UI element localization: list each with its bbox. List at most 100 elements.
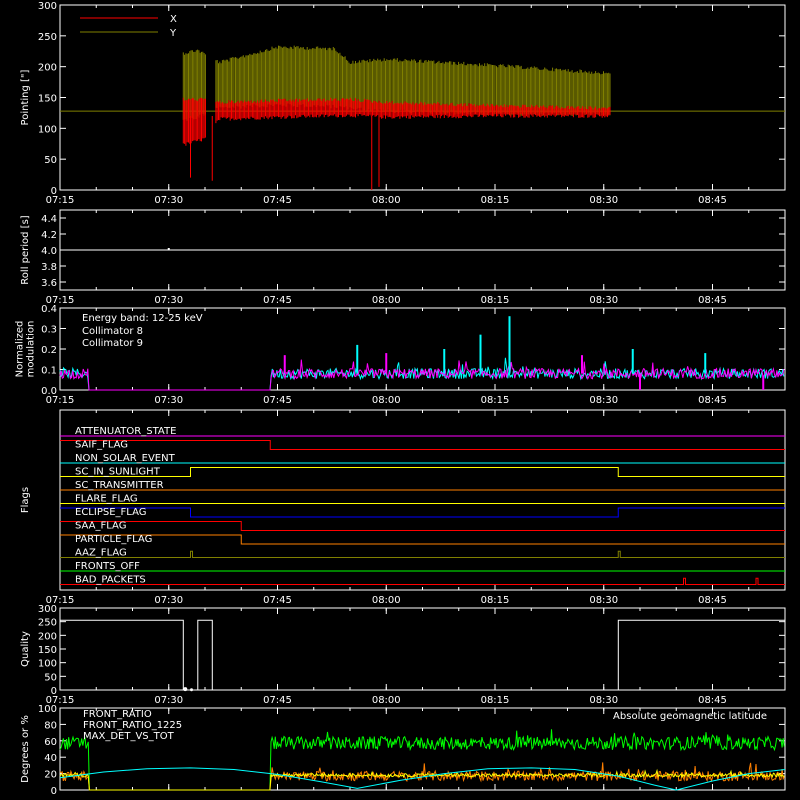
x-tick-label: 08:30 bbox=[589, 695, 618, 706]
y-tick-label: 0 bbox=[51, 786, 57, 797]
x-tick-label: 07:45 bbox=[263, 195, 292, 206]
y-tick-label: 80 bbox=[44, 720, 57, 731]
quality-marker bbox=[183, 687, 188, 692]
y-tick-label: 200 bbox=[38, 63, 57, 74]
y-tick-label: 40 bbox=[44, 753, 57, 764]
y-tick-label: 300 bbox=[38, 604, 57, 615]
flag-line-saif-flag bbox=[60, 440, 785, 450]
y-tick-label: 0.2 bbox=[41, 345, 57, 356]
flag-label-attenuator-state: ATTENUATOR_STATE bbox=[75, 426, 176, 437]
flag-line-sc-in-sunlight bbox=[60, 467, 785, 477]
y-tick-label: 100 bbox=[38, 704, 57, 715]
x-tick-label: 08:15 bbox=[481, 695, 510, 706]
y-tick-label: 0.3 bbox=[41, 325, 57, 336]
y-tick-label: 3.6 bbox=[41, 278, 57, 289]
flag-label-flare-flag: FLARE_FLAG bbox=[75, 494, 138, 505]
x-tick-label: 08:30 bbox=[589, 195, 618, 206]
x-tick-label: 07:30 bbox=[154, 595, 183, 606]
y-tick-label: 250 bbox=[38, 32, 57, 43]
x-tick-label: 08:00 bbox=[372, 295, 401, 306]
x-tick-label: 07:30 bbox=[154, 195, 183, 206]
panel-pointing: 07:15 07:30 07:45 08:00 08:15 08:30 08:4505010… bbox=[20, 1, 786, 206]
y-tick-label: 50 bbox=[44, 155, 57, 166]
x-tick-label: 08:15 bbox=[481, 195, 510, 206]
flag-line-saa-flag bbox=[60, 521, 785, 531]
panel-frame bbox=[59, 409, 786, 591]
y-tick-label: 150 bbox=[38, 645, 57, 656]
x-tick-label: 08:00 bbox=[372, 395, 401, 406]
legend-label-x: X bbox=[170, 14, 177, 25]
flag-label-sc-transmitter: SC_TRANSMITTER bbox=[75, 480, 164, 491]
legend-label-front-ratio-1225: FRONT_RATIO_1225 bbox=[83, 720, 182, 731]
x-tick-label: 08:45 bbox=[698, 295, 727, 306]
flag-label-aaz-flag: AAZ_FLAG bbox=[75, 548, 127, 559]
energy-band-annotation: Energy band: 12-25 keV bbox=[82, 313, 203, 324]
x-tick-label: 07:45 bbox=[263, 695, 292, 706]
x-tick-label: 08:45 bbox=[698, 195, 727, 206]
quality-marker bbox=[190, 688, 193, 692]
legend-label-y: Y bbox=[169, 28, 177, 39]
y-axis-label: Quality bbox=[20, 631, 31, 667]
panel-modulation: 07:15 07:30 07:45 08:00 08:15 08:30 08:450.00.… bbox=[15, 304, 786, 406]
y-tick-label: 3.8 bbox=[41, 262, 57, 273]
y-axis-label: modulation bbox=[26, 321, 37, 378]
roll-period-marker bbox=[167, 248, 170, 250]
x-tick-label: 07:30 bbox=[154, 695, 183, 706]
y-tick-label: 100 bbox=[38, 659, 57, 670]
flag-line-bad-packets bbox=[60, 577, 785, 585]
x-tick-label: 07:30 bbox=[154, 395, 183, 406]
y-tick-label: 0.0 bbox=[41, 386, 57, 397]
y-tick-label: 4.4 bbox=[41, 214, 57, 225]
y-tick-label: 50 bbox=[44, 672, 57, 683]
legend-label-front-ratio: FRONT_RATIO bbox=[83, 709, 152, 720]
x-tick-label: 08:30 bbox=[589, 395, 618, 406]
y-tick-label: 200 bbox=[38, 631, 57, 642]
x-tick-label: 07:30 bbox=[154, 295, 183, 306]
panel-ratios: 0 20 40 60 80 100 Degrees or % FRONT_RATIOFRONT… bbox=[20, 704, 786, 797]
y-axis-label: Roll period [s] bbox=[20, 215, 31, 284]
flag-label-non-solar-event: NON_SOLAR_EVENT bbox=[75, 453, 176, 464]
flag-line-eclipse-flag bbox=[60, 507, 785, 518]
x-tick-label: 08:30 bbox=[589, 595, 618, 606]
x-tick-label: 07:45 bbox=[263, 595, 292, 606]
panel-quality: 07:15 07:30 07:45 08:00 08:15 08:30 08:4505010… bbox=[20, 604, 786, 706]
legend-label-collimator-8: Collimator 8 bbox=[82, 326, 143, 337]
y-axis-label: Normalized bbox=[15, 321, 26, 378]
x-tick-label: 08:00 bbox=[372, 695, 401, 706]
x-tick-label: 07:45 bbox=[263, 395, 292, 406]
x-tick-label: 08:15 bbox=[481, 395, 510, 406]
panel-flags: 07:15 07:30 07:45 08:00 08:15 08:30 08:45Flags… bbox=[20, 409, 786, 606]
panel-roll-period: 07:15 07:30 07:45 08:00 08:15 08:30 08:453.63.… bbox=[20, 209, 786, 306]
flag-label-particle-flag: PARTICLE_FLAG bbox=[75, 534, 152, 545]
legend-label-max-det-vs-tot: MAX_DET_VS_TOT bbox=[83, 731, 175, 742]
y-tick-label: 4.2 bbox=[41, 230, 57, 241]
x-tick-label: 08:00 bbox=[372, 595, 401, 606]
flag-label-bad-packets: BAD_PACKETS bbox=[75, 575, 146, 586]
x-tick-label: 08:45 bbox=[698, 595, 727, 606]
x-tick-label: 08:45 bbox=[698, 395, 727, 406]
y-tick-label: 4.0 bbox=[41, 246, 57, 257]
y-tick-label: 150 bbox=[38, 94, 57, 105]
x-tick-label: 08:30 bbox=[589, 295, 618, 306]
y-tick-label: 0.1 bbox=[41, 366, 57, 377]
quality-line bbox=[60, 619, 785, 691]
y-tick-label: 60 bbox=[44, 737, 57, 748]
flag-line-particle-flag bbox=[60, 534, 785, 545]
y-axis-label: Degrees or % bbox=[20, 715, 31, 783]
x-tick-label: 08:00 bbox=[372, 195, 401, 206]
hessi-quicklook-figure: 07:15 07:30 07:45 08:00 08:15 08:30 08:4505010… bbox=[15, 1, 786, 797]
x-tick-label: 08:45 bbox=[698, 695, 727, 706]
flag-label-saif-flag: SAIF_FLAG bbox=[75, 440, 128, 451]
x-tick-label: 08:15 bbox=[481, 295, 510, 306]
flag-label-sc-in-sunlight: SC_IN_SUNLIGHT bbox=[75, 467, 161, 478]
flag-line-aaz-flag bbox=[60, 550, 785, 558]
y-tick-label: 0 bbox=[51, 686, 57, 697]
y-axis-label: Pointing ["] bbox=[20, 69, 31, 125]
y-tick-label: 300 bbox=[38, 1, 57, 12]
flag-label-fronts-off: FRONTS_OFF bbox=[75, 561, 140, 572]
flag-label-eclipse-flag: ECLIPSE_FLAG bbox=[75, 507, 146, 518]
y-tick-label: 0.4 bbox=[41, 304, 57, 315]
y-tick-label: 100 bbox=[38, 124, 57, 135]
x-tick-label: 08:15 bbox=[481, 595, 510, 606]
legend-label-collimator-9: Collimator 9 bbox=[82, 338, 143, 349]
